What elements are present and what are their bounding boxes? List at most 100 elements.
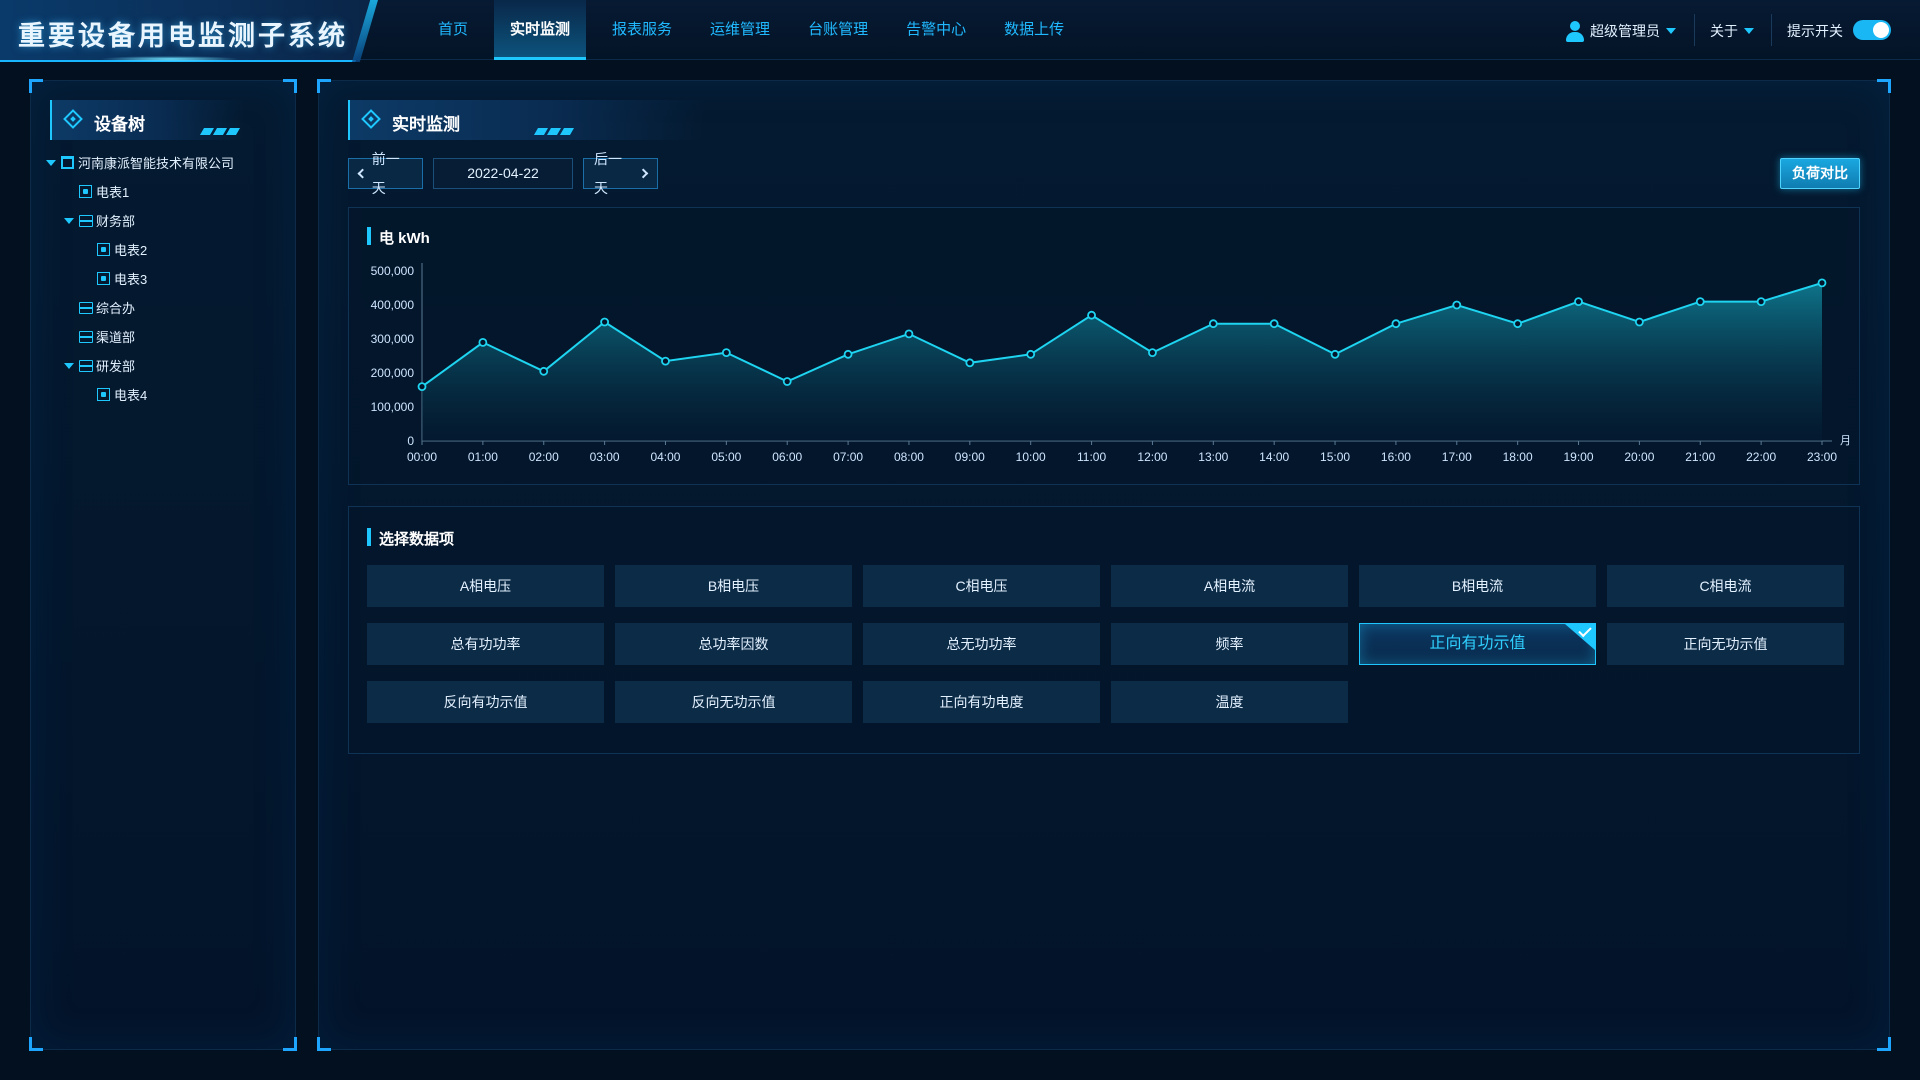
data-point bbox=[1695, 297, 1705, 306]
device-tree-title: 设备树 bbox=[94, 115, 145, 134]
tree-node[interactable]: 河南康派智能技术有限公司 bbox=[46, 148, 296, 177]
next-day-label: 后一天 bbox=[594, 150, 622, 196]
toggle-label: 提示开关 bbox=[1787, 23, 1843, 39]
x-tick-label: 07:00 bbox=[833, 450, 863, 464]
data-item-button[interactable]: A相电流 bbox=[1111, 565, 1348, 607]
data-point bbox=[1513, 319, 1523, 329]
nav-item-6[interactable]: 数据上传 bbox=[992, 0, 1076, 60]
y-tick-label: 100,000 bbox=[371, 400, 415, 414]
data-item-label: B相电压 bbox=[707, 578, 760, 594]
data-item-label: A相电流 bbox=[1203, 578, 1256, 594]
x-tick-label: 14:00 bbox=[1259, 450, 1289, 464]
tree-node[interactable]: 渠道部 bbox=[46, 322, 296, 351]
tree-node-label: 电表2 bbox=[114, 243, 148, 258]
x-tick-label: 23:00 bbox=[1807, 450, 1837, 464]
x-tick-label: 15:00 bbox=[1320, 450, 1350, 464]
data-item-label: 总功率因数 bbox=[698, 636, 769, 652]
data-item-label: 反向无功示值 bbox=[691, 694, 776, 710]
y-tick-label: 500,000 bbox=[371, 264, 415, 278]
tree-node[interactable]: 电表3 bbox=[46, 264, 296, 293]
data-item-button[interactable]: C相电流 bbox=[1607, 565, 1844, 607]
x-tick-label: 08:00 bbox=[894, 450, 924, 464]
data-item-button[interactable]: 正向无功示值 bbox=[1607, 623, 1844, 665]
caret-down-icon[interactable] bbox=[64, 362, 74, 369]
data-item-button[interactable]: C相电压 bbox=[863, 565, 1100, 607]
x-tick-label: 13:00 bbox=[1198, 450, 1228, 464]
data-item-button[interactable]: 温度 bbox=[1111, 681, 1348, 723]
x-tick-label: 19:00 bbox=[1564, 450, 1594, 464]
data-item-label: 正向有功示值 bbox=[1429, 635, 1526, 652]
x-tick-label: 01:00 bbox=[468, 450, 498, 464]
x-tick-label: 03:00 bbox=[590, 450, 620, 464]
data-item-button[interactable]: 反向无功示值 bbox=[615, 681, 852, 723]
tree-node-label: 渠道部 bbox=[96, 330, 136, 345]
check-icon bbox=[1565, 624, 1595, 650]
x-tick-label: 09:00 bbox=[955, 450, 985, 464]
y-tick-label: 0 bbox=[407, 434, 414, 448]
load-compare-button[interactable]: 负荷对比 bbox=[1780, 158, 1860, 189]
meter-icon bbox=[97, 388, 110, 401]
data-item-label: 频率 bbox=[1215, 636, 1244, 652]
data-point bbox=[600, 317, 610, 327]
data-item-button[interactable]: 总无功功率 bbox=[863, 623, 1100, 665]
tree-node[interactable]: 电表2 bbox=[46, 235, 296, 264]
data-item-button[interactable]: 总有功功率 bbox=[367, 623, 604, 665]
data-point bbox=[1574, 297, 1583, 306]
data-item-button[interactable]: B相电压 bbox=[615, 565, 852, 607]
prev-day-button[interactable]: 前一天 bbox=[348, 151, 423, 196]
data-point bbox=[1330, 349, 1340, 359]
data-item-button[interactable]: 总功率因数 bbox=[615, 623, 852, 665]
data-point bbox=[1817, 278, 1827, 288]
data-point bbox=[478, 337, 488, 347]
tree-node[interactable]: 财务部 bbox=[46, 206, 296, 235]
tree-node[interactable]: 电表1 bbox=[46, 177, 296, 206]
stripe-decoration bbox=[533, 128, 580, 136]
header-divider bbox=[1694, 14, 1695, 46]
data-item-button[interactable]: 频率 bbox=[1111, 623, 1348, 665]
caret-down-icon[interactable] bbox=[64, 217, 74, 224]
data-point bbox=[1087, 310, 1096, 320]
x-tick-label: 00:00 bbox=[407, 450, 437, 464]
x-axis-unit: 月 bbox=[1840, 435, 1851, 447]
user-name: 超级管理员 bbox=[1590, 23, 1660, 39]
nav-item-3[interactable]: 运维管理 bbox=[698, 0, 782, 60]
tree-node[interactable]: 电表4 bbox=[46, 380, 296, 409]
top-header: 重要设备用电监测子系统 首页 实时监测 报表服务 运维管理 台账管理 告警中心 数据上传 超… bbox=[0, 0, 1920, 62]
user-menu[interactable]: 超级管理员 bbox=[1564, 18, 1676, 44]
chevron-left-icon bbox=[357, 168, 368, 179]
y-tick-label: 400,000 bbox=[371, 298, 415, 312]
data-item-button[interactable]: B相电流 bbox=[1359, 565, 1596, 607]
energy-chart-panel: 电 kWh 0 100,000 200,000 300,000 400,000 500,0… bbox=[348, 207, 1860, 485]
notification-toggle[interactable] bbox=[1853, 20, 1891, 40]
about-menu[interactable]: 关于 bbox=[1710, 18, 1754, 44]
data-point bbox=[539, 366, 549, 376]
x-tick-label: 04:00 bbox=[650, 450, 680, 464]
data-point bbox=[1026, 349, 1036, 359]
data-item-button[interactable]: A相电压 bbox=[367, 565, 604, 607]
data-item-label: 总无功功率 bbox=[946, 636, 1017, 652]
data-item-button[interactable]: 正向有功示值 bbox=[1359, 623, 1596, 665]
nav-item-5[interactable]: 告警中心 bbox=[894, 0, 978, 60]
data-item-button[interactable]: 正向有功电度 bbox=[863, 681, 1100, 723]
data-point bbox=[1634, 317, 1644, 327]
x-tick-label: 17:00 bbox=[1442, 450, 1472, 464]
nav-item-1[interactable]: 实时监测 bbox=[494, 0, 587, 60]
tree-node[interactable]: 综合办 bbox=[46, 293, 296, 322]
data-point bbox=[965, 358, 975, 368]
data-point bbox=[1208, 319, 1218, 329]
nav-item-2[interactable]: 报表服务 bbox=[600, 0, 684, 60]
x-tick-label: 05:00 bbox=[711, 450, 741, 464]
date-picker[interactable]: 2022-04-22 bbox=[433, 158, 573, 189]
layers-icon bbox=[79, 330, 92, 343]
data-item-label: C相电流 bbox=[1699, 578, 1752, 594]
x-tick-label: 18:00 bbox=[1503, 450, 1533, 464]
nav-item-4[interactable]: 台账管理 bbox=[796, 0, 880, 60]
next-day-button[interactable]: 后一天 bbox=[583, 151, 658, 196]
caret-down-icon[interactable] bbox=[46, 159, 56, 166]
logo-glow-decoration bbox=[100, 56, 240, 62]
y-tick-label: 300,000 bbox=[371, 332, 415, 346]
data-item-label: C相电压 bbox=[955, 578, 1008, 594]
data-item-button[interactable]: 反向有功示值 bbox=[367, 681, 604, 723]
tree-node[interactable]: 研发部 bbox=[46, 351, 296, 380]
nav-item-0[interactable]: 首页 bbox=[426, 0, 480, 60]
